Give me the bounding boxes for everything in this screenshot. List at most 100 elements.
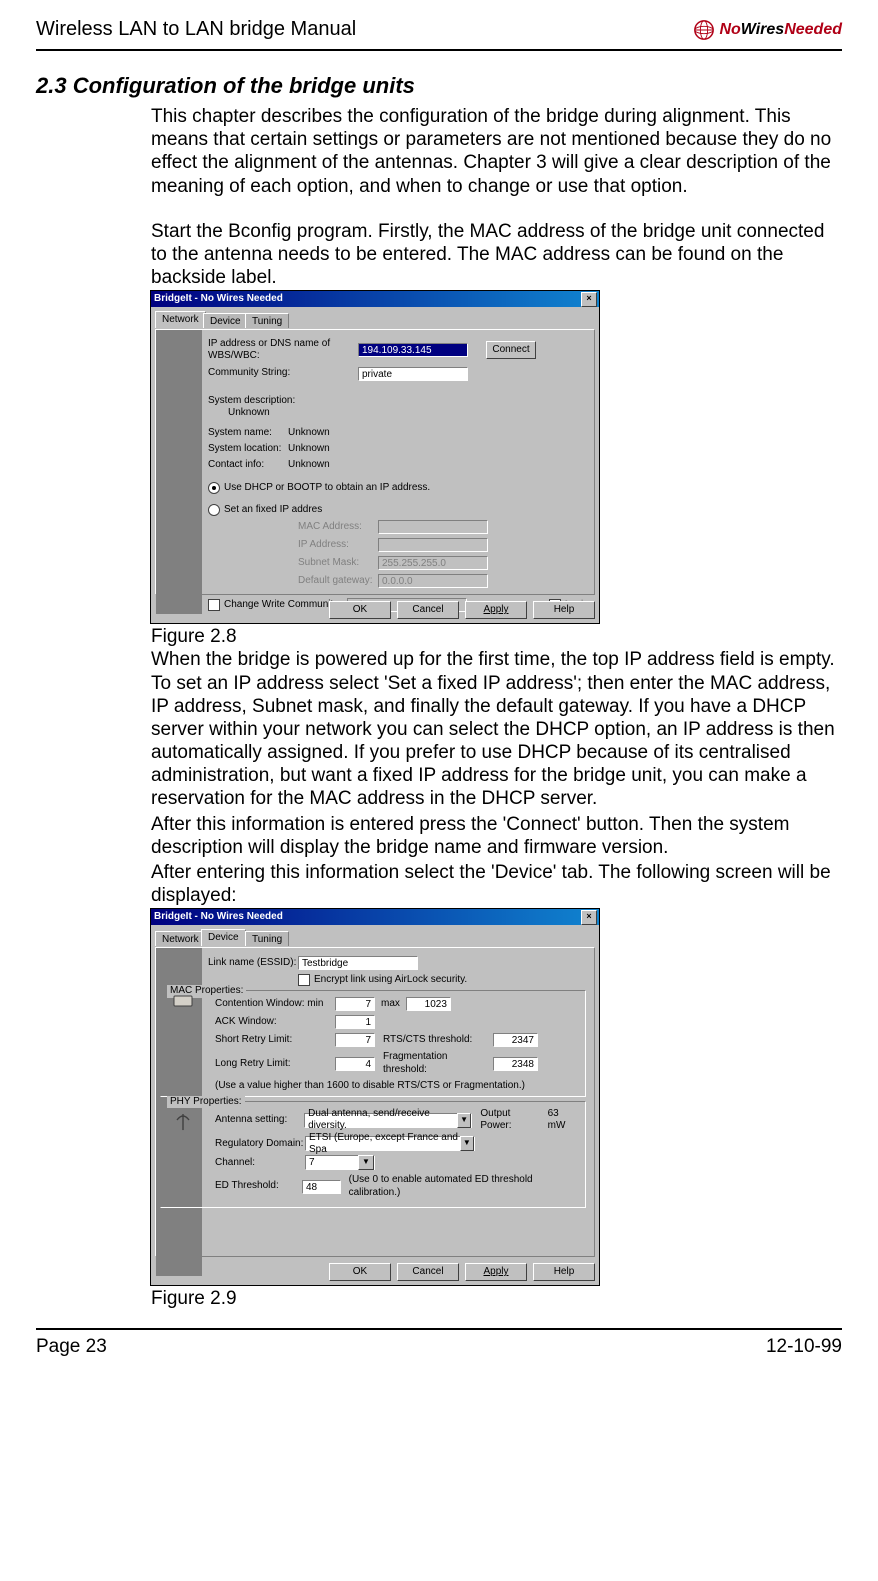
channel-label: Channel:: [215, 1157, 305, 1169]
footer-rule: [36, 1328, 842, 1330]
tab-device[interactable]: Device: [201, 929, 246, 946]
sysname-label: System name:: [208, 427, 288, 439]
srl-label: Short Retry Limit:: [215, 1034, 335, 1046]
sysname-value: Unknown: [288, 427, 330, 439]
sidebar-accent: [156, 330, 202, 614]
subnet-input: 255.255.255.0: [378, 556, 488, 570]
reg-select[interactable]: ETSI (Europe, except France and Spa▼: [305, 1136, 475, 1151]
cw-label: Contention Window: min: [215, 998, 335, 1010]
chevron-down-icon[interactable]: ▼: [460, 1136, 474, 1151]
tab-network[interactable]: Network: [155, 931, 206, 946]
antenna-label: Antenna setting:: [215, 1114, 304, 1126]
frag-input[interactable]: 2348: [493, 1057, 538, 1071]
apply-button[interactable]: Apply: [465, 1263, 527, 1281]
gateway-label: Default gateway:: [298, 575, 378, 587]
network-icon: [171, 992, 195, 1016]
header-rule: [36, 49, 842, 51]
mac-note: (Use a value higher than 1600 to disable…: [215, 1080, 579, 1092]
cw-min-input[interactable]: 7: [335, 997, 375, 1011]
radio-dhcp[interactable]: [208, 482, 220, 494]
output-power-value: 63 mW: [548, 1108, 579, 1132]
antenna-select[interactable]: Dual antenna, send/receive diversity.▼: [304, 1113, 472, 1128]
close-icon[interactable]: ×: [581, 910, 597, 925]
srl-input[interactable]: 7: [335, 1033, 375, 1047]
mac-label: MAC Address:: [298, 521, 378, 533]
cancel-button[interactable]: Cancel: [397, 1263, 459, 1281]
radio-dhcp-label: Use DHCP or BOOTP to obtain an IP addres…: [224, 482, 430, 494]
sysdesc-value: Unknown: [208, 407, 586, 419]
tab-network[interactable]: Network: [155, 311, 206, 328]
sysloc-value: Unknown: [288, 443, 330, 455]
chevron-down-icon[interactable]: ▼: [358, 1155, 374, 1170]
help-button[interactable]: Help: [533, 601, 595, 619]
tab-device[interactable]: Device: [203, 313, 248, 328]
logo-word-needed: Needed: [784, 21, 842, 38]
tab-tuning[interactable]: Tuning: [245, 931, 289, 946]
contact-label: Contact info:: [208, 459, 288, 471]
cw-max-input[interactable]: 1023: [406, 997, 451, 1011]
ip-input[interactable]: 194.109.33.145: [358, 343, 468, 357]
ack-label: ACK Window:: [215, 1016, 335, 1028]
radio-fixed-label: Set an fixed IP addres: [224, 504, 322, 516]
ok-button[interactable]: OK: [329, 601, 391, 619]
paragraph: When the bridge is powered up for the fi…: [151, 648, 842, 810]
ipaddr-label: IP Address:: [298, 539, 378, 551]
paragraph: Start the Bconfig program. Firstly, the …: [151, 220, 842, 290]
figure-caption: Figure 2.8: [151, 625, 842, 648]
output-power-label: Output Power:: [480, 1108, 543, 1132]
rts-label: RTS/CTS threshold:: [383, 1034, 493, 1046]
contact-value: Unknown: [288, 459, 330, 471]
paragraph: After this information is entered press …: [151, 813, 842, 859]
group-phy-title: PHY Properties:: [167, 1096, 245, 1108]
lrl-input[interactable]: 4: [335, 1057, 375, 1071]
write-community-label: Change Write Community:: [224, 599, 341, 611]
page-number: Page 23: [36, 1336, 107, 1358]
mac-input: [378, 520, 488, 534]
paragraph: This chapter describes the configuration…: [151, 105, 842, 198]
sysdesc-label: System description:: [208, 395, 586, 407]
dialog-network: BridgeIt - No Wires Needed × Network Dev…: [151, 291, 599, 623]
dialog-device: BridgeIt - No Wires Needed × Network Dev…: [151, 909, 599, 1285]
ipaddr-input: [378, 538, 488, 552]
ip-label: IP address or DNS name of WBS/WBC:: [208, 338, 358, 362]
ack-input[interactable]: 1: [335, 1015, 375, 1029]
channel-select[interactable]: 7▼: [305, 1155, 375, 1170]
radio-fixed[interactable]: [208, 504, 220, 516]
community-label: Community String:: [208, 367, 358, 379]
help-button[interactable]: Help: [533, 1263, 595, 1281]
cw-max-label: max: [375, 998, 406, 1010]
logo-word-wires: Wires: [741, 21, 784, 38]
rts-input[interactable]: 2347: [493, 1033, 538, 1047]
page-date: 12-10-99: [766, 1336, 842, 1358]
doc-title: Wireless LAN to LAN bridge Manual: [36, 18, 356, 41]
apply-button[interactable]: Apply: [465, 601, 527, 619]
link-name-input[interactable]: Testbridge: [298, 956, 418, 970]
frag-label: Fragmentation threshold:: [383, 1051, 493, 1075]
encrypt-checkbox[interactable]: [298, 974, 310, 986]
cancel-button[interactable]: Cancel: [397, 601, 459, 619]
encrypt-label: Encrypt link using AirLock security.: [314, 974, 467, 986]
gateway-input: 0.0.0.0: [378, 574, 488, 588]
tab-tuning[interactable]: Tuning: [245, 313, 289, 328]
window-title: BridgeIt - No Wires Needed: [154, 293, 283, 305]
close-icon[interactable]: ×: [581, 292, 597, 307]
window-title: BridgeIt - No Wires Needed: [154, 911, 283, 923]
ed-note: (Use 0 to enable automated ED threshold …: [349, 1174, 579, 1198]
connect-button[interactable]: Connect: [486, 341, 536, 359]
paragraph: After entering this information select t…: [151, 861, 842, 907]
link-name-label: Link name (ESSID):: [208, 957, 298, 969]
section-heading: 2.3 Configuration of the bridge units: [36, 73, 842, 99]
ok-button[interactable]: OK: [329, 1263, 391, 1281]
figure-caption: Figure 2.9: [151, 1287, 842, 1310]
ed-label: ED Threshold:: [215, 1180, 302, 1192]
write-community-checkbox[interactable]: [208, 599, 220, 611]
brand-logo: NoWiresNeeded: [693, 19, 842, 41]
subnet-label: Subnet Mask:: [298, 557, 378, 569]
lrl-label: Long Retry Limit:: [215, 1058, 335, 1070]
community-input[interactable]: private: [358, 367, 468, 381]
ed-input[interactable]: 48: [302, 1180, 341, 1194]
logo-word-no: No: [719, 21, 740, 38]
reg-label: Regulatory Domain:: [215, 1138, 305, 1150]
chevron-down-icon[interactable]: ▼: [457, 1113, 472, 1128]
globe-icon: [693, 19, 715, 41]
